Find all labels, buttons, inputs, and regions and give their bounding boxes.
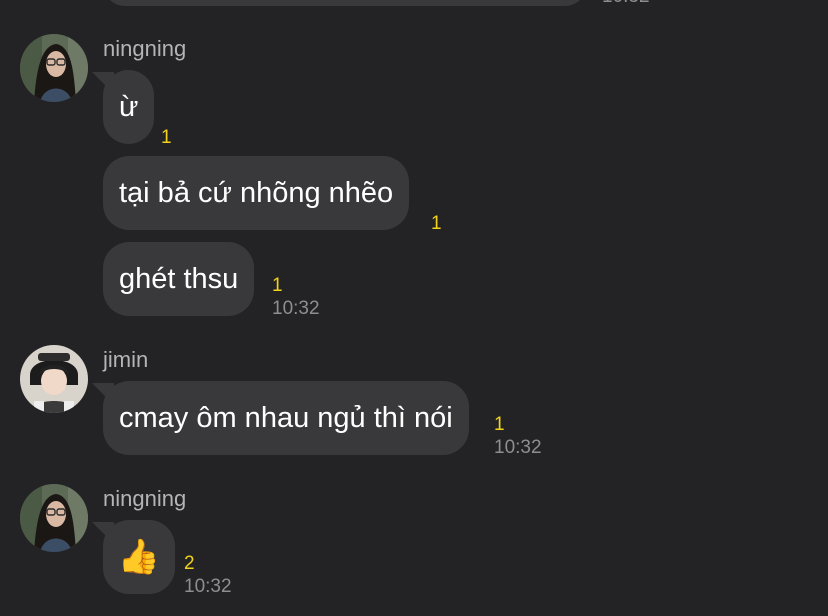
message-bubble[interactable]: tại bả cứ nhõng nhẽo — [103, 156, 410, 230]
message-time: 10:32 — [184, 576, 232, 597]
thumbs-up-icon: 👍 — [117, 538, 161, 576]
message-bubble[interactable]: ghét thsu — [103, 242, 255, 316]
message-text: ừ — [119, 90, 139, 123]
message-time: 10:32 — [272, 298, 320, 319]
avatar-ningning[interactable] — [20, 34, 88, 102]
message-bubble[interactable]: 👍 — [103, 520, 175, 594]
message-bubble[interactable]: cmay ôm nhau ngủ thì nói — [103, 381, 469, 455]
sender-name: jimin — [103, 347, 149, 372]
unread-count: 1 — [494, 414, 505, 435]
previous-message-bubble[interactable] — [103, 0, 587, 6]
message-text: tại bả cứ nhõng nhẽo — [119, 176, 394, 209]
sender-name: ningning — [103, 486, 187, 511]
unread-count: 1 — [161, 127, 172, 148]
sender-name: ningning — [103, 36, 187, 61]
message-time: 10:32 — [602, 0, 650, 8]
avatar-ningning[interactable] — [20, 484, 88, 552]
message-time: 10:32 — [494, 437, 542, 458]
message-text: cmay ôm nhau ngủ thì nói — [119, 401, 453, 434]
unread-count: 2 — [184, 553, 195, 574]
message-bubble[interactable]: ừ — [103, 70, 155, 144]
unread-count: 1 — [272, 275, 283, 296]
message-text: ghét thsu — [119, 262, 239, 295]
unread-count: 1 — [431, 213, 442, 234]
avatar-jimin[interactable] — [20, 345, 88, 413]
